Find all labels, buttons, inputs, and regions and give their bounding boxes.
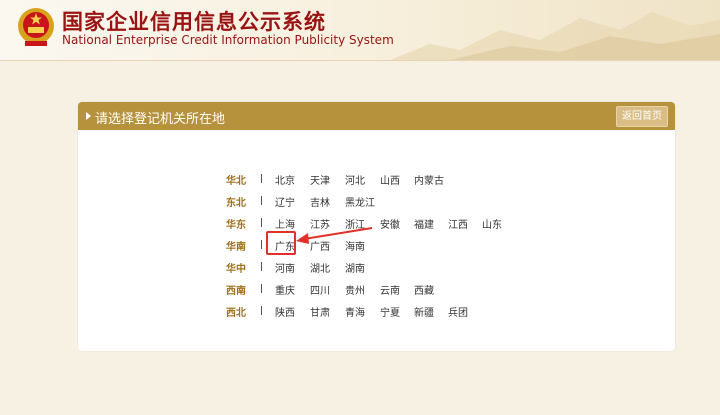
site-title-en: National Enterprise Credit Information P… [62,33,394,47]
region-name: 西南 [226,286,246,297]
national-emblem-icon [18,8,54,46]
province-link[interactable]: 兵团 [448,304,468,319]
site-title-cn: 国家企业信用信息公示系统 [62,10,326,34]
province-link[interactable]: 湖南 [345,260,365,275]
site-header: 国家企业信用信息公示系统 National Enterprise Credit … [0,0,720,61]
province-link[interactable]: 河南 [275,260,295,275]
red-arrow-icon [296,227,373,244]
province-link[interactable]: 辽宁 [275,194,295,209]
highlight-box [266,231,296,255]
region-row-huadong: 华东 上海 江苏 浙江 安徽 福建 江西 山东 [78,212,675,232]
province-link[interactable]: 黑龙江 [345,194,375,209]
province-link[interactable]: 重庆 [275,282,295,297]
province-link[interactable]: 湖北 [310,260,330,275]
region-select-panel: 请选择登记机关所在地 返回首页 华北 北京 天津 河北 山西 内蒙古 东北 辽宁… [78,102,675,351]
back-home-button[interactable]: 返回首页 [616,106,668,127]
divider [261,240,262,249]
province-link[interactable]: 吉林 [310,194,330,209]
province-link[interactable]: 新疆 [414,304,434,319]
province-link[interactable]: 西藏 [414,282,434,297]
province-link[interactable]: 陕西 [275,304,295,319]
region-name: 华北 [226,176,246,187]
panel-title: 请选择登记机关所在地 [95,112,226,127]
province-link[interactable]: 青海 [345,304,365,319]
divider [261,284,262,293]
province-link[interactable]: 北京 [275,172,295,187]
province-link[interactable]: 安徽 [380,216,400,231]
province-link[interactable]: 云南 [380,282,400,297]
mountain-landscape-decoration [390,12,720,60]
province-link[interactable]: 四川 [310,282,330,297]
province-link[interactable]: 河北 [345,172,365,187]
caret-right-icon [86,112,91,120]
region-row-xibei: 西北 陕西 甘肃 青海 宁夏 新疆 兵团 [78,300,675,320]
region-row-huazhong: 华中 河南 湖北 湖南 [78,256,675,276]
province-link[interactable]: 甘肃 [310,304,330,319]
province-link[interactable]: 山西 [380,172,400,187]
panel-header: 请选择登记机关所在地 返回首页 [78,102,675,130]
province-link[interactable]: 内蒙古 [414,172,444,187]
province-link[interactable]: 贵州 [345,282,365,297]
province-link[interactable]: 天津 [310,172,330,187]
region-row-dongbei: 东北 辽宁 吉林 黑龙江 [78,190,675,210]
divider [261,196,262,205]
region-row-xinan: 西南 重庆 四川 贵州 云南 西藏 [78,278,675,298]
divider [261,262,262,271]
province-link[interactable]: 宁夏 [380,304,400,319]
region-row-huabei: 华北 北京 天津 河北 山西 内蒙古 [78,168,675,188]
province-link[interactable]: 福建 [414,216,434,231]
region-name: 东北 [226,198,246,209]
province-link[interactable]: 江西 [448,216,468,231]
divider [261,306,262,315]
region-name: 华南 [226,242,246,253]
region-name: 华东 [226,220,246,231]
region-name: 华中 [226,264,246,275]
divider [261,174,262,183]
divider [261,218,262,227]
region-name: 西北 [226,308,246,319]
province-link[interactable]: 上海 [275,216,295,231]
region-row-huanan: 华南 广东 广西 海南 [78,234,675,254]
province-link[interactable]: 山东 [482,216,502,231]
